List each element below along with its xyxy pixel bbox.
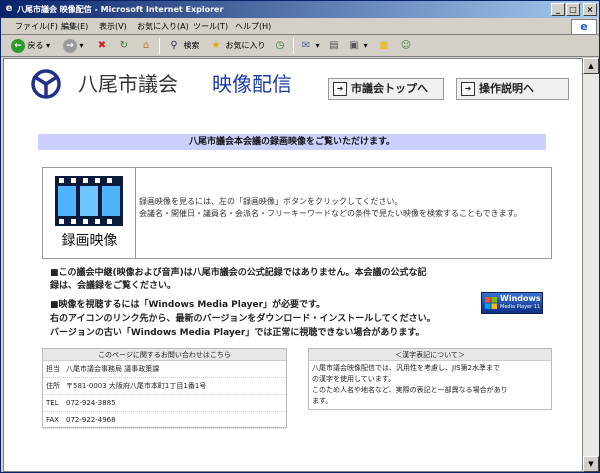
ie-icon: e: [5, 3, 13, 14]
kanji-note-heading: ＜漢字表記について＞: [309, 349, 551, 361]
search-button[interactable]: ⚲ 検索: [167, 38, 200, 54]
contact-box: このページに関するお問い合わせはこちら 担当 八尾市議会事務局 議事政策課 住所〒…: [42, 348, 287, 429]
contact-value: 072-924-3885: [66, 399, 116, 407]
refresh-icon: ↻: [119, 39, 129, 51]
favorites-label: お気に入り: [225, 41, 266, 50]
history-icon: ◷: [275, 39, 285, 51]
film-strip-icon: [55, 176, 123, 226]
mail-button[interactable]: ✉ ▾: [299, 38, 320, 54]
notice-line: 右のアイコンのリンク先から、最新のバージョンをダウンロード・インストールしてくだ…: [50, 314, 436, 324]
home-button[interactable]: ⌂: [139, 38, 153, 54]
scroll-down-button[interactable]: ▼: [583, 456, 599, 472]
page-content: 八尾市議会 映像配信 ➜ 市議会トップへ ➜ 操作説明へ 八尾市議会本会議の録画映像…: [3, 58, 583, 472]
contact-key: 住所: [46, 382, 60, 390]
contact-key: TEL: [46, 399, 59, 407]
video-desc-line: 録画映像を見るには、左の「録画映像」ボタンをクリックしてください。: [139, 197, 403, 206]
recorded-video-label: 録画映像: [61, 233, 118, 249]
toolbar-separator: [159, 38, 160, 54]
contact-value: 八尾市議会事務局 議事政策課: [66, 365, 160, 373]
menu-tools[interactable]: ツール(T): [193, 20, 228, 33]
council-top-button[interactable]: ➜ 市議会トップへ: [328, 78, 444, 100]
kanji-note-line: このため人名や地名など、実際の表記と一部異なる場合があり: [312, 386, 508, 394]
print-button[interactable]: ▤: [327, 38, 341, 54]
kanji-note-text: 八尾市議会映像配信では、汎用性を考慮し、JIS第2水準まで の漢字を使用していま…: [309, 361, 551, 409]
toolbar-separator: [293, 38, 294, 54]
site-title: 八尾市議会: [78, 72, 178, 96]
edit-button[interactable]: ▣ ▾: [347, 38, 367, 54]
maximize-button[interactable]: □: [566, 3, 580, 16]
contact-value: 〒581-0003 大阪府八尾市本町1丁目1番1号: [66, 382, 207, 390]
arrow-right-icon: ➜: [461, 82, 475, 96]
kanji-note-line: の漢字を使用しています。: [312, 375, 396, 383]
close-button[interactable]: ×: [583, 3, 597, 16]
intro-banner: 八尾市議会本会議の録画映像をご覧いただけます。: [38, 134, 546, 150]
mail-icon: ✉: [301, 39, 311, 51]
video-desc-line: 会議名・開催日・議員名・会派名・フリーキーワードなどの条件で見たい映像を検索する…: [139, 209, 522, 218]
contact-heading: このページに関するお問い合わせはこちら: [43, 349, 286, 361]
toolbar: ← 戻る ▾ → ▾ ✖ ↻ ⌂ ⚲ 検索 ★ お気に入り ◷ ✉ ▾ ▤ ▣ …: [1, 35, 599, 57]
back-label: 戻る: [27, 41, 44, 50]
notice-line: ■この議会中継(映像および音声)は八尾市議会の公式記録ではありません。本会議の公…: [50, 268, 427, 278]
minimize-button[interactable]: _: [551, 3, 565, 16]
contact-row: 担当 八尾市議会事務局 議事政策課: [43, 361, 286, 378]
arrow-right-icon: ➜: [333, 82, 347, 96]
search-icon: ⚲: [170, 39, 178, 51]
menu-file[interactable]: ファイル(F): [15, 20, 58, 33]
folder-icon: ■: [379, 39, 389, 51]
messenger-button[interactable]: ☺: [399, 38, 413, 54]
contact-row: TEL 072-924-3885: [43, 395, 286, 412]
help-button[interactable]: ➜ 操作説明へ: [456, 78, 569, 100]
vertical-scrollbar[interactable]: ▲ ▼: [583, 58, 599, 472]
stop-button[interactable]: ✖: [95, 38, 109, 54]
print-icon: ▤: [329, 39, 339, 51]
windows-logo-icon: e: [571, 19, 597, 35]
video-description: 録画映像を見るには、左の「録画映像」ボタンをクリックしてください。 会議名・開催…: [139, 196, 549, 220]
forward-button[interactable]: → ▾: [63, 38, 84, 54]
windows-flag-icon: [485, 297, 497, 309]
city-emblem-icon: [31, 69, 61, 99]
stop-icon: ✖: [97, 39, 107, 51]
help-label: 操作説明へ: [479, 82, 534, 95]
kanji-note-line: 八尾市議会映像配信では、汎用性を考慮し、JIS第2水準まで: [312, 364, 501, 372]
contact-row: 住所 〒581-0003 大阪府八尾市本町1丁目1番1号: [43, 378, 286, 395]
menu-help[interactable]: ヘルプ(H): [235, 20, 271, 33]
favorites-button[interactable]: ★ お気に入り: [209, 38, 266, 54]
scroll-up-button[interactable]: ▲: [583, 58, 599, 74]
contact-key: 担当: [46, 365, 60, 373]
notice-line: バージョンの古い「Windows Media Player」では正常に視聴できな…: [50, 328, 425, 338]
contact-row: FAX 072-922-4968: [43, 412, 286, 429]
home-icon: ⌂: [142, 39, 150, 51]
contact-value: 072-922-4968: [66, 416, 116, 424]
kanji-note-line: ます。: [312, 397, 333, 405]
window-title: 八尾市議会 映像配信 - Microsoft Internet Explorer: [17, 5, 224, 14]
contact-key: FAX: [46, 416, 59, 424]
wmp-version-label: Media Player 11: [500, 304, 541, 310]
search-label: 検索: [183, 41, 200, 50]
windows-media-player-link[interactable]: Windows Media Player 11: [481, 292, 543, 314]
menu-view[interactable]: 表示(V): [99, 20, 127, 33]
back-button[interactable]: ← 戻る ▾: [11, 38, 50, 54]
site-subtitle: 映像配信: [212, 72, 292, 96]
menu-favorites[interactable]: お気に入り(A): [137, 20, 189, 33]
wmp-label: Windows: [500, 294, 541, 303]
kanji-note-box: ＜漢字表記について＞ 八尾市議会映像配信では、汎用性を考慮し、JIS第2水準まで…: [308, 348, 552, 410]
council-top-label: 市議会トップへ: [351, 82, 428, 95]
video-section: 録画映像 録画映像を見るには、左の「録画映像」ボタンをクリックしてください。 会…: [42, 167, 552, 259]
edit-page-icon: ▣: [349, 39, 359, 51]
browser-window: e 八尾市議会 映像配信 - Microsoft Internet Explor…: [0, 0, 600, 473]
notice-line: ■映像を視聴するには「Windows Media Player」が必要です。: [50, 300, 326, 310]
menu-edit[interactable]: 編集(E): [61, 20, 88, 33]
refresh-button[interactable]: ↻: [117, 38, 131, 54]
forward-arrow-icon: →: [63, 38, 77, 53]
title-bar: e 八尾市議会 映像配信 - Microsoft Internet Explor…: [1, 1, 599, 18]
recorded-video-button[interactable]: 録画映像: [43, 168, 136, 258]
discuss-button[interactable]: ■: [377, 38, 391, 54]
history-button[interactable]: ◷: [273, 38, 287, 54]
menu-bar: ファイル(F) 編集(E) 表示(V) お気に入り(A) ツール(T) ヘルプ(…: [1, 18, 599, 35]
back-arrow-icon: ←: [11, 38, 25, 53]
notice-line: 録は、会議録をご覧ください。: [50, 281, 177, 291]
favorites-star-icon: ★: [211, 39, 221, 51]
messenger-icon: ☺: [400, 39, 412, 51]
